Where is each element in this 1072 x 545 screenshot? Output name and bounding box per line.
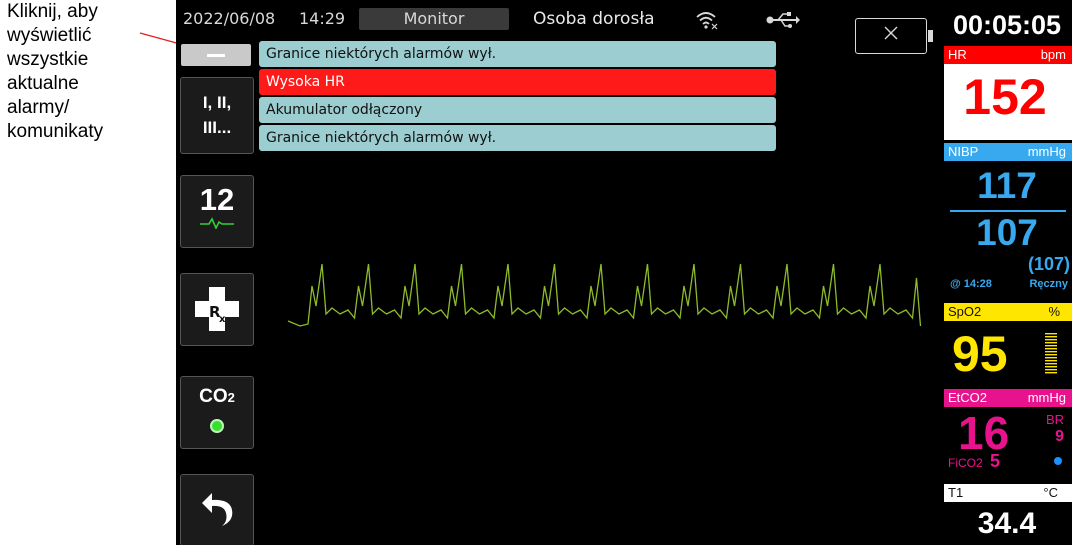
- co2-label: CO2: [181, 377, 253, 409]
- ecg-wave-icon: [200, 217, 234, 229]
- etco2-label: EtCO2: [948, 390, 988, 405]
- spo2-signal-tick: [1045, 360, 1057, 362]
- etco2-value: 16: [958, 407, 1010, 459]
- callout-line: aktualne: [7, 73, 79, 94]
- spo2-signal-tick: [1045, 369, 1057, 371]
- spo2-label: SpO2: [948, 304, 982, 319]
- co2-status-dot: [210, 419, 224, 433]
- ecg-waveform: [287, 263, 922, 327]
- alarm-message[interactable]: Akumulator odłączony: [259, 97, 776, 123]
- nibp-time: @ 14:28: [950, 278, 992, 290]
- spo2-signal-tick: [1045, 336, 1057, 338]
- co2-subscript: 2: [227, 390, 235, 405]
- fico2-value: 5: [990, 451, 1001, 471]
- leads-button[interactable]: I, II, III...: [180, 77, 254, 154]
- spo2-signal-bar: [1045, 333, 1057, 374]
- battery-icon: [855, 18, 933, 54]
- wifi-icon: [696, 12, 718, 30]
- spo2-header[interactable]: SpO2 %: [944, 303, 1072, 321]
- spo2-signal-tick: [1045, 363, 1057, 365]
- co2-button[interactable]: CO2: [180, 376, 254, 449]
- status-bar: 2022/06/08 14:29 Monitor Osoba dorosła: [176, 0, 942, 36]
- patient-type[interactable]: Osoba dorosła: [533, 9, 655, 29]
- callout-line: komunikaty: [7, 121, 104, 142]
- usb-icon: [766, 12, 800, 28]
- show-alarms-button[interactable]: [181, 44, 251, 66]
- alarm-message-high[interactable]: Wysoka HR: [259, 69, 776, 95]
- spo2-signal-tick: [1045, 354, 1057, 356]
- spo2-signal-tick: [1045, 357, 1057, 359]
- twelve-lead-button[interactable]: 12: [180, 175, 254, 248]
- rx-button[interactable]: R x: [180, 273, 254, 346]
- spo2-signal-tick: [1045, 342, 1057, 344]
- hr-unit: bpm: [1040, 47, 1066, 62]
- fico2-label: FiCO2: [948, 456, 983, 470]
- br-label: BR: [1045, 412, 1064, 427]
- br-value: 9: [1055, 428, 1064, 445]
- spo2-signal-tick: [1045, 372, 1057, 374]
- spo2-signal-tick: [1045, 348, 1057, 350]
- etco2-unit: mmHg: [1027, 390, 1066, 405]
- close-icon: [884, 26, 898, 40]
- spo2-value: 95: [952, 326, 1008, 382]
- vitals-panel: 00:05:05 HR bpm 152 NIBP mmHg 117 107 (1…: [942, 0, 1072, 545]
- twelve-lead-label: 12: [199, 182, 235, 217]
- hr-label: HR: [948, 47, 967, 62]
- spo2-unit: %: [1048, 304, 1060, 319]
- hr-value: 152: [963, 69, 1047, 125]
- back-arrow-icon: [202, 493, 233, 526]
- monitor-screen: 2022/06/08 14:29 Monitor Osoba dorosła I…: [176, 0, 1072, 545]
- hr-header[interactable]: HR bpm: [944, 46, 1072, 64]
- spo2-signal-tick: [1045, 345, 1057, 347]
- mode-indicator[interactable]: Monitor: [359, 8, 509, 30]
- time-display: 14:29: [299, 9, 346, 28]
- spo2-signal-tick: [1045, 351, 1057, 353]
- spo2-signal-tick: [1045, 333, 1057, 335]
- breath-indicator-dot: [1054, 457, 1062, 465]
- minus-icon: [207, 54, 225, 57]
- alarm-message[interactable]: Granice niektórych alarmów wył.: [259, 41, 776, 67]
- nibp-mean: (107): [1027, 254, 1070, 274]
- alarm-message[interactable]: Granice niektórych alarmów wył.: [259, 125, 776, 151]
- svg-text:x: x: [219, 314, 226, 325]
- callout-line: alarmy/: [7, 97, 70, 118]
- nibp-label: NIBP: [948, 144, 979, 159]
- etco2-header[interactable]: EtCO2 mmHg: [944, 389, 1072, 407]
- elapsed-timer: 00:05:05: [952, 10, 1062, 40]
- co2-text: CO: [199, 386, 228, 407]
- nibp-systolic: 117: [977, 165, 1037, 206]
- temp-unit: °C: [1043, 485, 1058, 500]
- temp-value: 34.4: [977, 507, 1037, 540]
- temp-header[interactable]: T1 °C: [944, 484, 1072, 502]
- leads-label: I, II, III...: [202, 93, 232, 137]
- spo2-signal-tick: [1045, 339, 1057, 341]
- nibp-unit: mmHg: [1027, 144, 1066, 159]
- date-display: 2022/06/08: [183, 9, 276, 28]
- alarm-list: Granice niektórych alarmów wył. Wysoka H…: [259, 41, 776, 153]
- nibp-header[interactable]: NIBP mmHg: [944, 143, 1072, 161]
- nibp-mode: Ręczny: [1029, 278, 1068, 290]
- spo2-signal-tick: [1045, 366, 1057, 368]
- hr-value-box: 152: [944, 64, 1072, 140]
- back-button[interactable]: [180, 474, 254, 545]
- ecg-trace: [287, 263, 922, 327]
- temp-label: T1: [948, 485, 964, 500]
- nibp-diastolic: 107: [976, 212, 1038, 253]
- medical-cross-rx-icon: R x: [195, 287, 239, 331]
